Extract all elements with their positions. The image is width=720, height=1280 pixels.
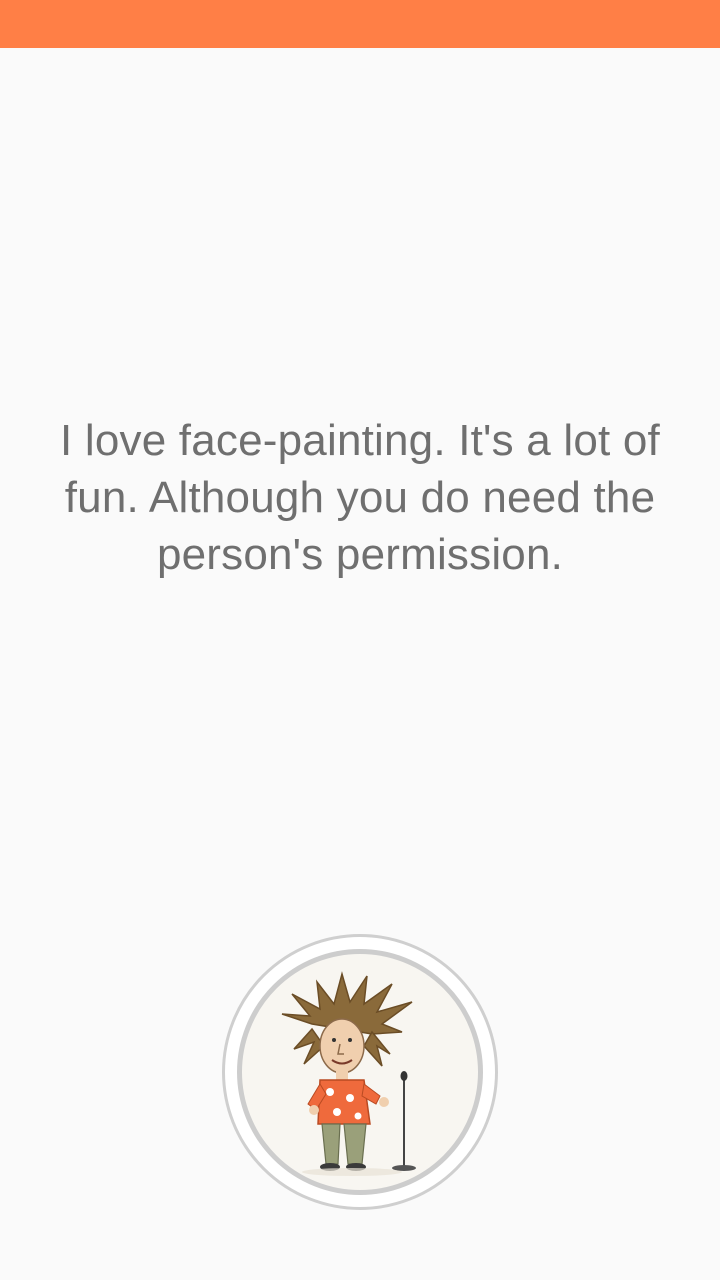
status-bar <box>0 0 720 48</box>
avatar <box>237 949 483 1195</box>
comedian-caricature-icon <box>281 971 416 1176</box>
avatar-button[interactable] <box>222 934 498 1210</box>
quote-text: I love face-painting. It's a lot of fun.… <box>60 416 660 579</box>
